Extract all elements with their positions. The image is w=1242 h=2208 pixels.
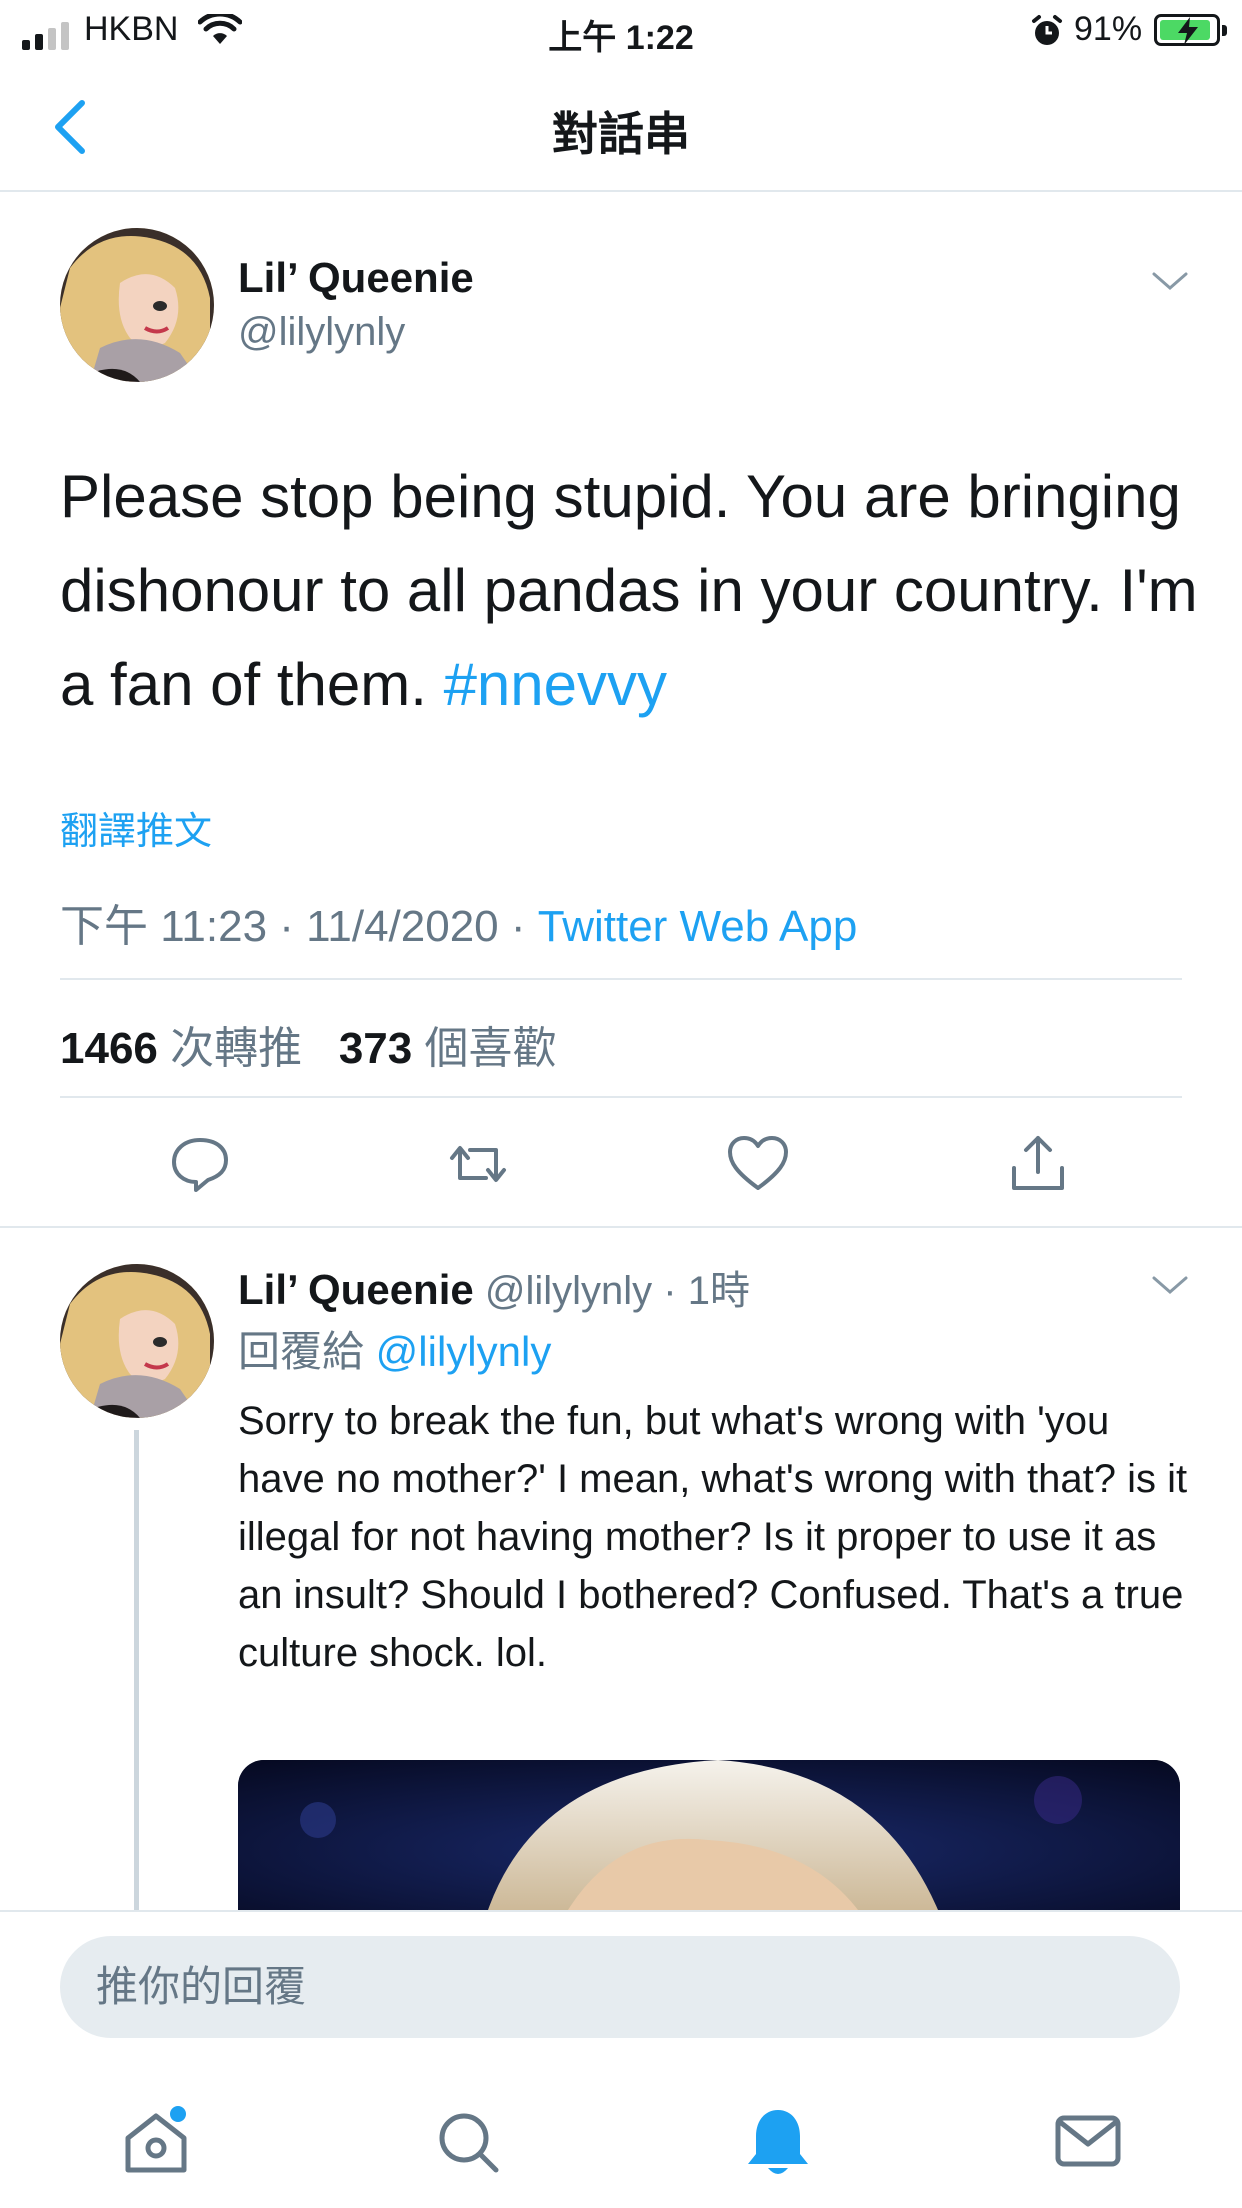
like-icon[interactable] bbox=[726, 1132, 790, 1196]
reply-icon[interactable] bbox=[168, 1132, 232, 1196]
reply-avatar[interactable] bbox=[60, 1264, 214, 1418]
tab-notifications[interactable] bbox=[738, 2102, 818, 2182]
messages-icon bbox=[1055, 2115, 1121, 2167]
avatar[interactable] bbox=[60, 228, 214, 382]
reply-display-name[interactable]: Lil’ Queenie bbox=[238, 1266, 474, 1313]
share-icon[interactable] bbox=[1006, 1132, 1070, 1196]
navigation-bar: 對話串 bbox=[0, 62, 1242, 192]
like-label: 個喜歡 bbox=[412, 1024, 557, 1073]
author-display-name[interactable]: Lil’ Queenie bbox=[238, 254, 474, 302]
chevron-down-icon[interactable] bbox=[1150, 266, 1190, 296]
like-count: 373 bbox=[338, 1024, 413, 1073]
thread-connector-line bbox=[134, 1430, 139, 1910]
divider bbox=[60, 1096, 1182, 1098]
battery-icon bbox=[1154, 14, 1227, 46]
engagement-stats: 1466 次轉推 373 個喜歡 bbox=[60, 1012, 556, 1076]
retweet-stat[interactable]: 1466 次轉推 bbox=[60, 1024, 302, 1073]
replying-to-mention[interactable]: @lilylynly bbox=[376, 1328, 552, 1375]
reply-handle-time: @lilylynly · 1時 bbox=[473, 1269, 750, 1313]
retweet-count: 1466 bbox=[60, 1024, 158, 1073]
alarm-icon bbox=[1032, 15, 1062, 45]
divider bbox=[0, 1226, 1242, 1228]
retweet-label: 次轉推 bbox=[157, 1024, 303, 1073]
divider bbox=[60, 978, 1182, 980]
hashtag-link[interactable]: #nnevvy bbox=[444, 651, 667, 718]
tweet-text: Please stop being stupid. You are bringi… bbox=[60, 450, 1200, 732]
battery-percentage: 91% bbox=[1074, 10, 1143, 48]
home-icon bbox=[125, 2106, 187, 2173]
page-title: 對話串 bbox=[552, 108, 690, 160]
notifications-icon bbox=[748, 2110, 808, 2174]
reply-input[interactable] bbox=[60, 1936, 1180, 2038]
status-bar: HKBN 上午 1:22 91% bbox=[0, 0, 1242, 62]
author-handle[interactable]: @lilylynly bbox=[238, 310, 405, 355]
translate-tweet-link[interactable]: 翻譯推文 bbox=[60, 800, 212, 855]
reply-author-line[interactable]: Lil’ Queenie @lilylynly · 1時 bbox=[238, 1258, 750, 1316]
replying-to-label: 回覆給 bbox=[238, 1328, 376, 1375]
tweet-media-image[interactable] bbox=[238, 1760, 1180, 1910]
like-stat[interactable]: 373 個喜歡 bbox=[339, 1024, 557, 1073]
tweet-source-link[interactable]: Twitter Web App bbox=[538, 902, 858, 951]
search-icon bbox=[439, 2113, 499, 2173]
tweet-metadata: 下午 11:23 · 11/4/2020 · Twitter Web App bbox=[60, 890, 857, 954]
tab-search[interactable] bbox=[428, 2102, 508, 2182]
reply-chevron-down-icon[interactable] bbox=[1150, 1270, 1190, 1300]
tweet-timestamp: 下午 11:23 · 11/4/2020 · bbox=[60, 902, 538, 951]
reply-tweet-text: Sorry to break the fun, but what's wrong… bbox=[238, 1399, 1188, 1675]
tab-messages[interactable] bbox=[1048, 2102, 1128, 2182]
replying-to-line: 回覆給 @lilylynly bbox=[238, 1318, 551, 1379]
tab-home[interactable] bbox=[116, 2102, 196, 2182]
retweet-icon[interactable] bbox=[446, 1132, 510, 1196]
bottom-panel bbox=[0, 1910, 1242, 2208]
